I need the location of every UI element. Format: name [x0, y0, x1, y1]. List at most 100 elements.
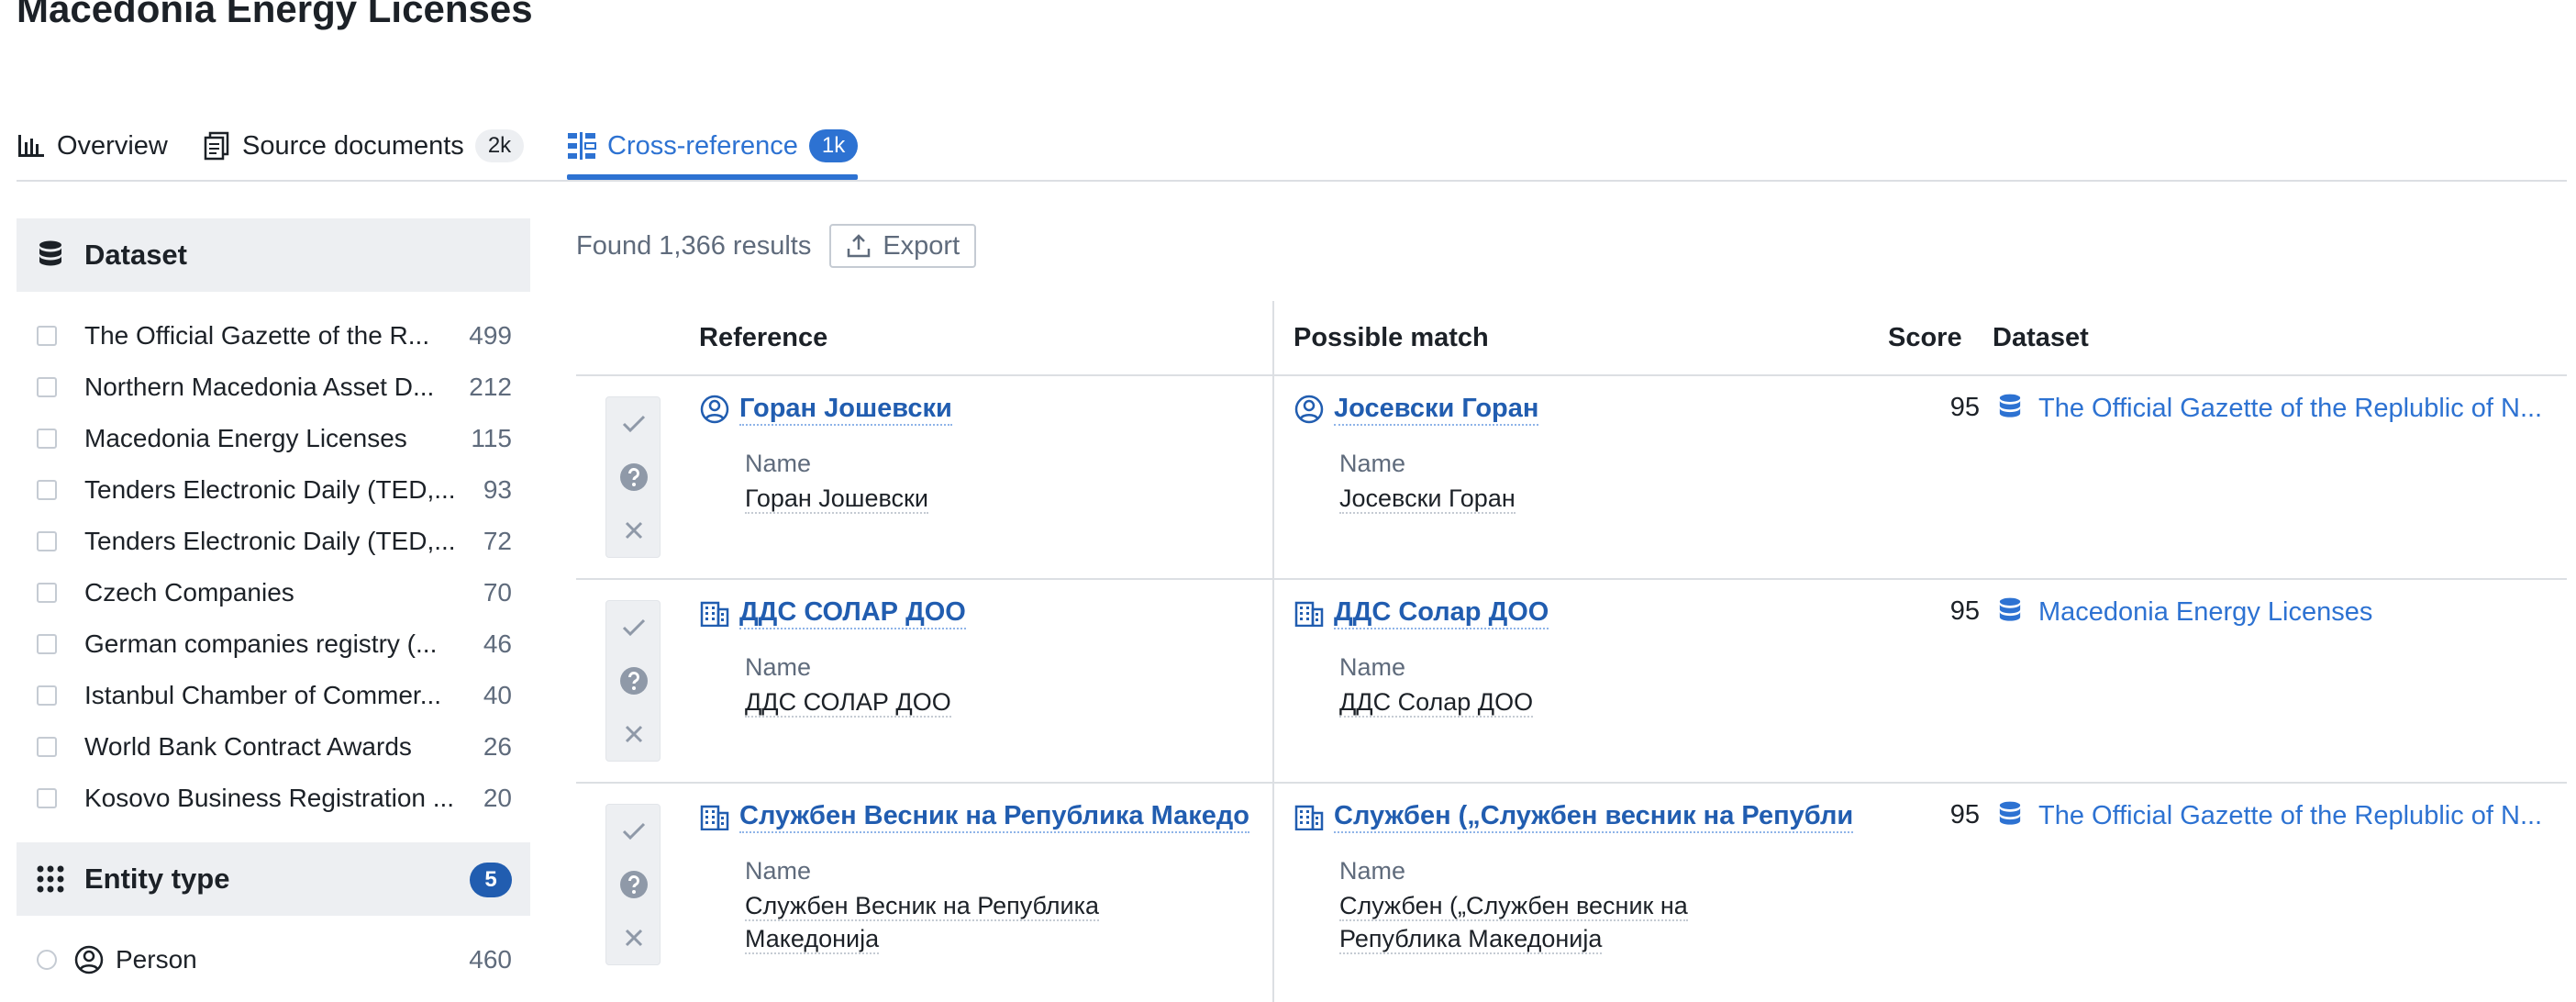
dataset-link[interactable]: The Official Gazette of the Replublic of… — [1998, 800, 2567, 831]
facet-entity-type-header[interactable]: Entity type 5 — [17, 842, 530, 916]
checkbox[interactable] — [37, 634, 57, 654]
facet-item-count: 460 — [469, 945, 512, 974]
confirm-match-button[interactable] — [606, 397, 661, 451]
facet-dataset-header[interactable]: Dataset — [17, 218, 530, 292]
facet-item-label: Kosovo Business Registration ... — [84, 784, 455, 812]
check-icon — [622, 822, 646, 841]
reference-entity-link[interactable]: Службен Весник на Република Македо — [699, 800, 1259, 833]
checkbox[interactable] — [37, 429, 57, 449]
header-possible-match: Possible match — [1294, 323, 1489, 352]
property-value: Јосевски Горан — [1339, 482, 1881, 515]
facet-item-person[interactable]: Person 460 — [17, 934, 530, 985]
upload-icon — [846, 233, 872, 259]
property-value: Горан Јошевски — [745, 482, 1259, 515]
match-entity-name: Јосевски Горан — [1334, 393, 1539, 426]
header-dataset: Dataset — [1993, 323, 2089, 352]
match-entity-link[interactable]: Јосевски Горан — [1294, 393, 1881, 426]
company-icon — [1294, 597, 1325, 629]
property-value: ДДС Солар ДОО — [1339, 685, 1881, 718]
dataset-link[interactable]: Macedonia Energy Licenses — [1998, 596, 2567, 628]
facet-item-label: Tenders Electronic Daily (TED,... — [84, 475, 456, 504]
checkbox[interactable] — [37, 685, 57, 706]
property-label: Name — [745, 857, 812, 885]
property-label: Name — [745, 450, 812, 477]
facet-item[interactable]: Northern Macedonia Asset D... 212 — [17, 362, 530, 413]
facet-item[interactable]: Macedonia Energy Licenses 115 — [17, 413, 530, 464]
checkbox[interactable] — [37, 583, 57, 603]
match-entity-link[interactable]: Службен („Службен весник на Републи — [1294, 800, 1881, 833]
radio[interactable] — [37, 950, 57, 970]
export-button-label: Export — [883, 230, 960, 261]
dataset-name: Macedonia Energy Licenses — [2038, 596, 2373, 627]
checkbox[interactable] — [37, 788, 57, 808]
property-label: Name — [1339, 450, 1406, 477]
dataset-link[interactable]: The Official Gazette of the Replublic of… — [1998, 393, 2567, 424]
table-row: Службен Весник на Република Македо Name … — [576, 784, 2567, 987]
facet-item-label: The Official Gazette of the R... — [84, 321, 430, 350]
checkbox[interactable] — [37, 326, 57, 346]
tab-cross-reference-badge: 1k — [808, 129, 859, 162]
facet-dataset-title: Dataset — [84, 239, 187, 271]
tab-cross-reference[interactable]: Cross-reference 1k — [567, 117, 859, 180]
property-label: Name — [1339, 653, 1406, 681]
facet-item[interactable]: Istanbul Chamber of Commer... 40 — [17, 670, 530, 721]
facet-entity-type-list: Person 460 — [17, 934, 530, 985]
person-icon — [1294, 394, 1325, 425]
facet-item-label: Macedonia Energy Licenses — [84, 424, 407, 452]
reference-entity-link[interactable]: Горан Јошевски — [699, 393, 1259, 426]
tab-source-documents[interactable]: Source documents 2k — [202, 117, 525, 174]
close-icon — [625, 929, 643, 947]
facet-item-count: 20 — [483, 784, 512, 812]
tab-source-documents-label: Source documents — [242, 130, 464, 161]
header-reference: Reference — [699, 323, 828, 352]
cross-reference-table: Reference Possible match Score Dataset Г… — [576, 301, 2567, 1002]
checkbox[interactable] — [37, 531, 57, 551]
documents-icon — [202, 131, 231, 161]
close-icon — [625, 725, 643, 743]
match-cell: Јосевски Горан Name Јосевски Горан — [1294, 393, 1881, 515]
reject-match-button[interactable] — [606, 707, 661, 761]
checkbox[interactable] — [37, 737, 57, 757]
reference-cell: Службен Весник на Република Македо Name … — [699, 800, 1259, 955]
facet-item-label: Istanbul Chamber of Commer... — [84, 681, 442, 709]
facet-item[interactable]: Kosovo Business Registration ... 20 — [17, 773, 530, 824]
bar-chart-icon — [17, 131, 46, 161]
match-entity-name: Службен („Службен весник на Републи — [1334, 800, 1854, 833]
facet-item[interactable]: German companies registry (... 46 — [17, 618, 530, 670]
match-score: 95 — [1949, 393, 1980, 422]
match-entity-link[interactable]: ДДС Солар ДОО — [1294, 596, 1881, 629]
results-count: Found 1,366 results — [576, 230, 812, 261]
reference-cell: ДДС СОЛАР ДОО Name ДДС СОЛАР ДОО — [699, 596, 1259, 718]
reject-match-button[interactable] — [606, 504, 661, 557]
facet-item[interactable]: Czech Companies 70 — [17, 567, 530, 618]
facet-item[interactable]: World Bank Contract Awards 26 — [17, 721, 530, 773]
database-icon — [1998, 596, 2026, 628]
results-bar: Found 1,366 results Export — [576, 224, 977, 268]
unsure-match-button[interactable] — [606, 654, 661, 707]
property-value-text: Службен („Службен весник на — [1339, 892, 1688, 921]
facet-item[interactable]: The Official Gazette of the R... 499 — [17, 310, 530, 362]
export-button[interactable]: Export — [829, 224, 977, 268]
confirm-match-button[interactable] — [606, 805, 661, 858]
table-header: Reference Possible match Score Dataset — [576, 301, 2567, 376]
check-icon — [622, 415, 646, 433]
property-value-text: Јосевски Горан — [1339, 484, 1516, 514]
dataset-name: The Official Gazette of the Replublic of… — [2038, 800, 2543, 830]
facet-item-label: German companies registry (... — [84, 629, 438, 658]
tab-overview[interactable]: Overview — [17, 117, 168, 174]
checkbox[interactable] — [37, 377, 57, 397]
facet-item[interactable]: Tenders Electronic Daily (TED,... 72 — [17, 516, 530, 567]
confirm-match-button[interactable] — [606, 601, 661, 654]
company-icon — [1294, 801, 1325, 832]
facet-item-count: 40 — [483, 681, 512, 709]
facet-item[interactable]: Tenders Electronic Daily (TED,... 93 — [17, 464, 530, 516]
reference-entity-link[interactable]: ДДС СОЛАР ДОО — [699, 596, 1259, 629]
facet-item-label: Czech Companies — [84, 578, 294, 607]
checkbox[interactable] — [37, 480, 57, 500]
unsure-match-button[interactable] — [606, 451, 661, 504]
reject-match-button[interactable] — [606, 911, 661, 964]
grid-dots-icon — [35, 863, 66, 895]
unsure-match-button[interactable] — [606, 858, 661, 911]
person-icon — [699, 394, 730, 425]
match-cell: ДДС Солар ДОО Name ДДС Солар ДОО — [1294, 596, 1881, 718]
